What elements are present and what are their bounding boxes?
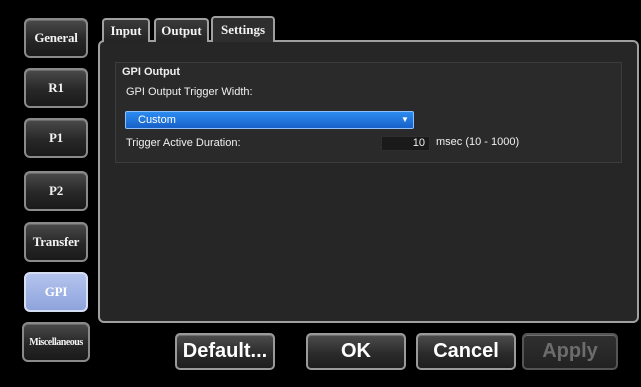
tab-input[interactable]: Input xyxy=(102,18,150,42)
duration-input[interactable]: 10 xyxy=(381,136,430,151)
dropdown-arrow-icon: ▼ xyxy=(401,115,409,124)
duration-label: Trigger Active Duration: xyxy=(126,137,241,149)
sidebar-item-r1[interactable]: R1 xyxy=(24,68,88,108)
trigger-width-select[interactable]: Custom ▼ xyxy=(125,111,414,129)
group-title: GPI Output xyxy=(122,66,181,78)
sidebar-item-miscellaneous[interactable]: Miscellaneous xyxy=(22,322,90,362)
duration-unit: msec (10 - 1000) xyxy=(436,136,520,148)
apply-button[interactable]: Apply xyxy=(522,333,618,370)
sidebar-item-transfer[interactable]: Transfer xyxy=(24,222,88,262)
default-button[interactable]: Default... xyxy=(175,333,275,370)
tab-settings[interactable]: Settings xyxy=(211,16,275,42)
trigger-width-label: GPI Output Trigger Width: xyxy=(126,86,253,98)
sidebar-item-p2[interactable]: P2 xyxy=(24,171,88,211)
tab-output[interactable]: Output xyxy=(154,18,209,42)
sidebar-item-gpi[interactable]: GPI xyxy=(24,272,88,312)
sidebar-item-p1[interactable]: P1 xyxy=(24,118,88,158)
ok-button[interactable]: OK xyxy=(306,333,406,370)
sidebar-item-general[interactable]: General xyxy=(24,18,88,58)
trigger-width-value: Custom xyxy=(138,114,176,126)
cancel-button[interactable]: Cancel xyxy=(416,333,516,370)
